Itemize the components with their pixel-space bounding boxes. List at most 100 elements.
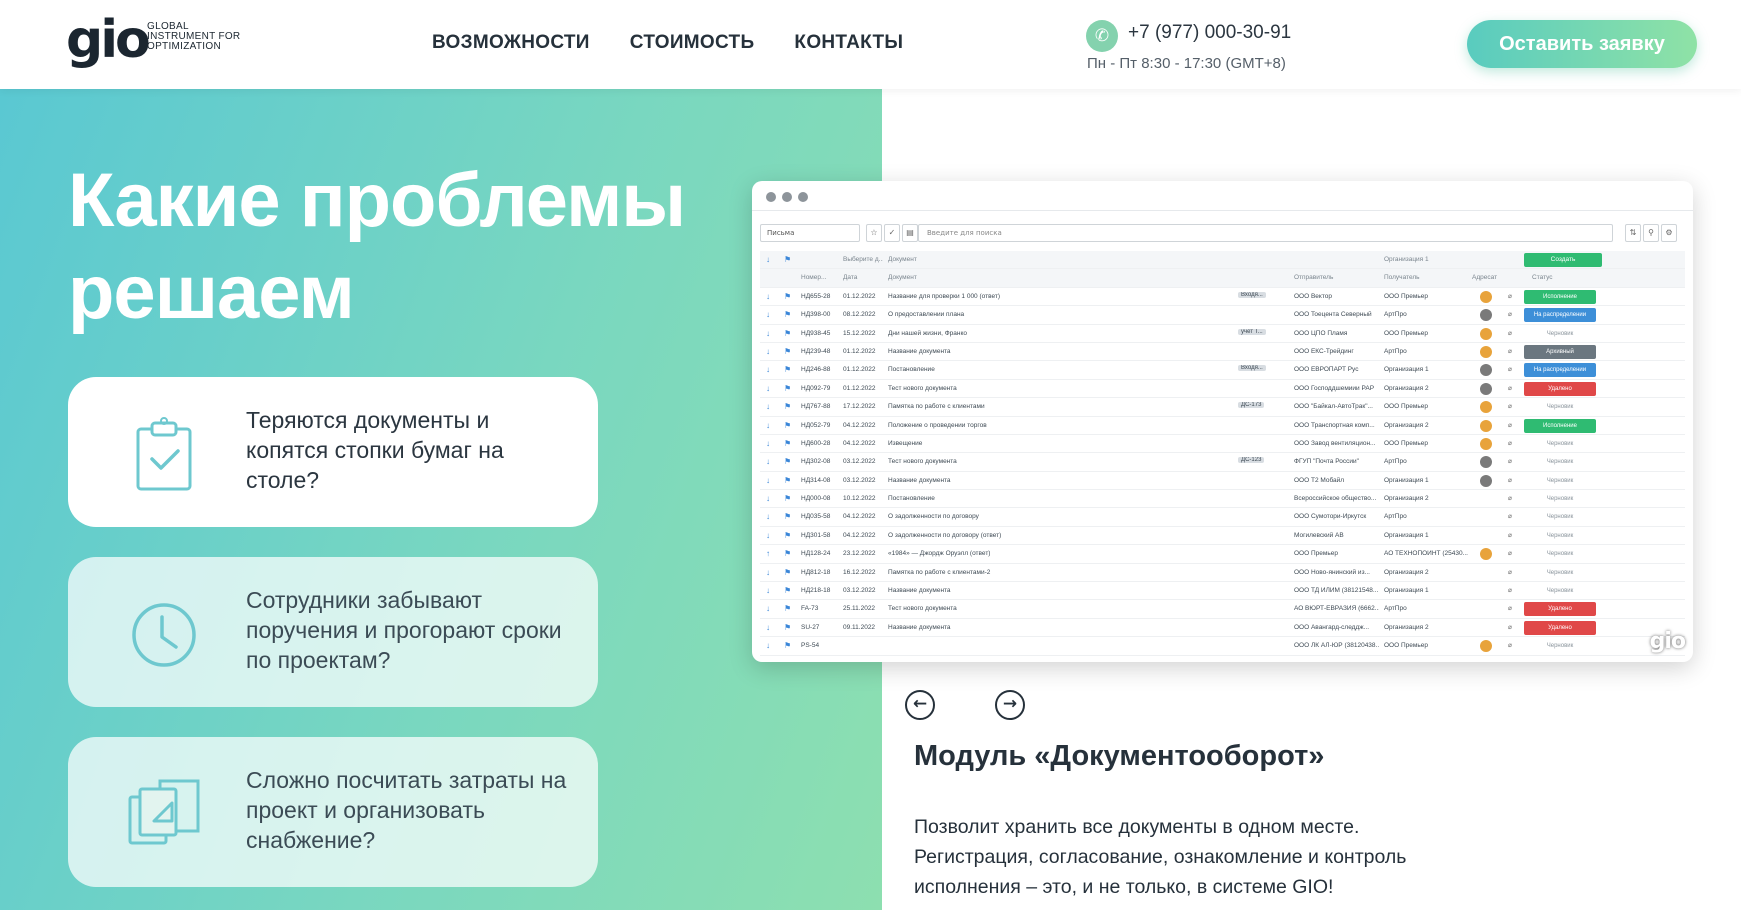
table-row[interactable]: ↓ ⚑ НД239-48 01.12.2022 Название документа ОО… (760, 343, 1685, 362)
column-header-date[interactable]: Дата (843, 274, 883, 281)
table-row[interactable]: ↓ ⚑ НД301-58 04.12.2022 О задолженности по д… (760, 527, 1685, 546)
module-title: Модуль «Документооборот» (914, 740, 1325, 772)
avatar (1480, 401, 1492, 414)
column-header-recipient[interactable]: Получатель (1384, 274, 1472, 281)
table-row[interactable]: ↓ ⚑ НД314-08 03.12.2022 Название документа ОО… (760, 472, 1685, 491)
cell-document: Памятка по работе с клиентами-2 (888, 568, 991, 576)
next-slide-button[interactable]: → (995, 690, 1025, 720)
cell-number: НД035-58 (801, 513, 831, 521)
column-header-number[interactable]: Номер... (801, 274, 839, 281)
filter-executor[interactable]: Выберите д... (843, 256, 883, 263)
status-badge: Черновик (1546, 459, 1574, 466)
phone-icon[interactable]: ✆ (1086, 20, 1118, 52)
problem-card-documents[interactable]: Теряются документы и копятся стопки бума… (68, 377, 598, 527)
problem-card-deadlines[interactable]: Сотрудники забывают поручения и прогораю… (68, 557, 598, 707)
table-row[interactable]: ↓ ⚑ НД092-79 01.12.2022 Тест нового документ… (760, 380, 1685, 399)
table-row[interactable]: ↓ ⚑ НД000-08 10.12.2022 Постановление Всеросс… (760, 490, 1685, 509)
gear-icon[interactable]: ⚙ (1661, 224, 1677, 242)
status-badge: Черновик (1546, 551, 1574, 558)
cell-date: 25.11.2022 (843, 605, 876, 613)
prev-slide-button[interactable]: ← (905, 690, 935, 720)
problem-card-costs[interactable]: Сложно посчитать затраты на проект и орг… (68, 737, 598, 887)
status-badge: Исполнение (1524, 418, 1596, 433)
flag-icon: ⚑ (784, 457, 792, 467)
filter-document[interactable]: Документ (888, 256, 1238, 263)
arrow-down-icon: ↓ (766, 641, 770, 651)
table-row[interactable]: ↓ ⚑ FA-73 25.11.2022 Тест нового документа АО… (760, 600, 1685, 619)
cell-recipient: ООО Премьер (1384, 439, 1428, 447)
column-header-status[interactable]: Статус (1532, 274, 1553, 281)
cell-recipient: АртПро (1384, 311, 1407, 319)
request-button[interactable]: Оставить заявку (1467, 20, 1697, 68)
column-header-sender[interactable]: Отправитель (1294, 274, 1379, 281)
flag-icon: ⚑ (784, 328, 792, 338)
avatar (1480, 640, 1492, 653)
cell-date: 15.12.2022 (843, 329, 876, 337)
type-badge: Входя... (1238, 365, 1266, 372)
cell-recipient: АртПро (1384, 605, 1407, 613)
star-icon[interactable]: ☆ (866, 224, 882, 242)
cell-sender: ООО Т2 Мобайл (1294, 476, 1345, 484)
document-icon[interactable]: ▤ (902, 224, 918, 242)
cell-document: Название документа (888, 587, 951, 595)
flag-icon: ⚑ (784, 512, 792, 522)
logo[interactable]: gio GLOBAL INSTRUMENT FOR OPTIMIZATION (66, 14, 246, 76)
hero-title: Какие проблемы решаем (68, 158, 686, 335)
paperclip-icon: ⌀ (1508, 421, 1512, 429)
avatar (1480, 309, 1492, 322)
cell-recipient: ООО Премьер (1384, 403, 1428, 411)
table-row[interactable]: ↓ ⚑ НД246-88 01.12.2022 Постановление ООО ЕВР… (760, 361, 1685, 380)
pin-icon[interactable]: ⚲ (1643, 224, 1659, 242)
cell-number: PS-54 (801, 642, 820, 650)
filter-organization[interactable]: Организация 1 (1384, 256, 1472, 263)
paperclip-icon: ⌀ (1508, 550, 1512, 558)
cell-sender: ООО Завод вентиляцион... (1294, 439, 1376, 447)
flag-icon: ⚑ (784, 530, 792, 540)
nav-link-contacts[interactable]: КОНТАКТЫ (794, 32, 903, 54)
check-icon[interactable]: ✓ (884, 224, 900, 242)
column-header-document[interactable]: Документ (888, 274, 1238, 281)
cell-sender: АО ВЮРТ-ЕВРАЗИЯ (6662... (1294, 605, 1379, 613)
cell-document: Название документа (888, 476, 951, 484)
paperclip-icon: ⌀ (1508, 531, 1512, 539)
table-row[interactable]: ↓ ⚑ НД767-88 17.12.2022 Памятка по работе с … (760, 398, 1685, 417)
arrow-down-icon: ↓ (766, 438, 770, 448)
table-row[interactable]: ↓ ⚑ НД302-08 03.12.2022 Тест нового документ… (760, 453, 1685, 472)
phone-number[interactable]: +7 (977) 000-30-91 (1128, 22, 1291, 44)
cell-recipient: Организация 2 (1384, 421, 1429, 429)
table-row[interactable]: ↓ ⚑ НД398-00 08.12.2022 О предоставлении пла… (760, 306, 1685, 325)
cell-sender: ООО Авангард-следдж... (1294, 623, 1370, 631)
mail-type-select[interactable]: Письма (760, 224, 860, 242)
cell-date: 09.11.2022 (843, 623, 876, 631)
column-header-addressee[interactable]: Адресат (1472, 274, 1497, 281)
table-row[interactable]: ↓ ⚑ НД052-79 04.12.2022 Положение о проведен… (760, 417, 1685, 435)
cell-recipient: АО ТЕХНОПОИНТ (25430... (1384, 550, 1468, 558)
table-row[interactable]: ↓ ⚑ НД812-18 16.12.2022 Памятка по работе с … (760, 564, 1685, 583)
cell-recipient: Организация 2 (1384, 623, 1429, 631)
nav-link-features[interactable]: ВОЗМОЖНОСТИ (432, 32, 590, 54)
paperclip-icon: ⌀ (1508, 513, 1512, 521)
table-row[interactable]: ↓ ⚑ НД938-45 15.12.2022 Дни нашей жизни, Фра… (760, 325, 1685, 343)
table-row[interactable]: ↓ ⚑ PS-54 ООО ЛК АЛ-ЮР (38120438... ООО Прем… (760, 637, 1685, 656)
cell-number: НД938-45 (801, 329, 831, 337)
cell-document: Положение о проведении торгов (888, 421, 987, 429)
table-row[interactable]: ↓ ⚑ НД218-18 03.12.2022 Название документа ОО… (760, 582, 1685, 601)
table-row[interactable]: ↓ ⚑ SU-27 09.11.2022 Название документа ООО А… (760, 619, 1685, 638)
cell-date: 03.12.2022 (843, 476, 876, 484)
table-row[interactable]: ↑ ⚑ НД128-24 23.12.2022 «1984» — Джордж Оруэ… (760, 545, 1685, 564)
create-button[interactable]: Создать (1524, 253, 1602, 267)
cell-sender: ООО Сумотори-Иркутск (1294, 513, 1367, 521)
window-dot-icon (782, 192, 792, 202)
flag-icon: ⚑ (784, 291, 792, 301)
status-badge: Черновик (1546, 588, 1574, 595)
sort-icon[interactable]: ⇅ (1625, 224, 1641, 242)
avatar (1480, 364, 1492, 377)
table-row[interactable]: ↓ ⚑ НД035-58 04.12.2022 О задолженности по д… (760, 508, 1685, 527)
search-input[interactable]: Введите для поиска (918, 224, 1613, 242)
table-row[interactable]: ↓ ⚑ НД600-28 04.12.2022 Извещение ООО Завод в… (760, 435, 1685, 454)
status-badge: На распределении (1524, 363, 1596, 378)
cell-sender: ООО Тоецента Северный (1294, 311, 1372, 319)
table-row[interactable]: ↓ ⚑ НД655-28 01.12.2022 Название для проверк… (760, 288, 1685, 307)
nav-link-pricing[interactable]: СТОИМОСТЬ (630, 32, 755, 54)
flag-icon: ⚑ (784, 255, 792, 264)
